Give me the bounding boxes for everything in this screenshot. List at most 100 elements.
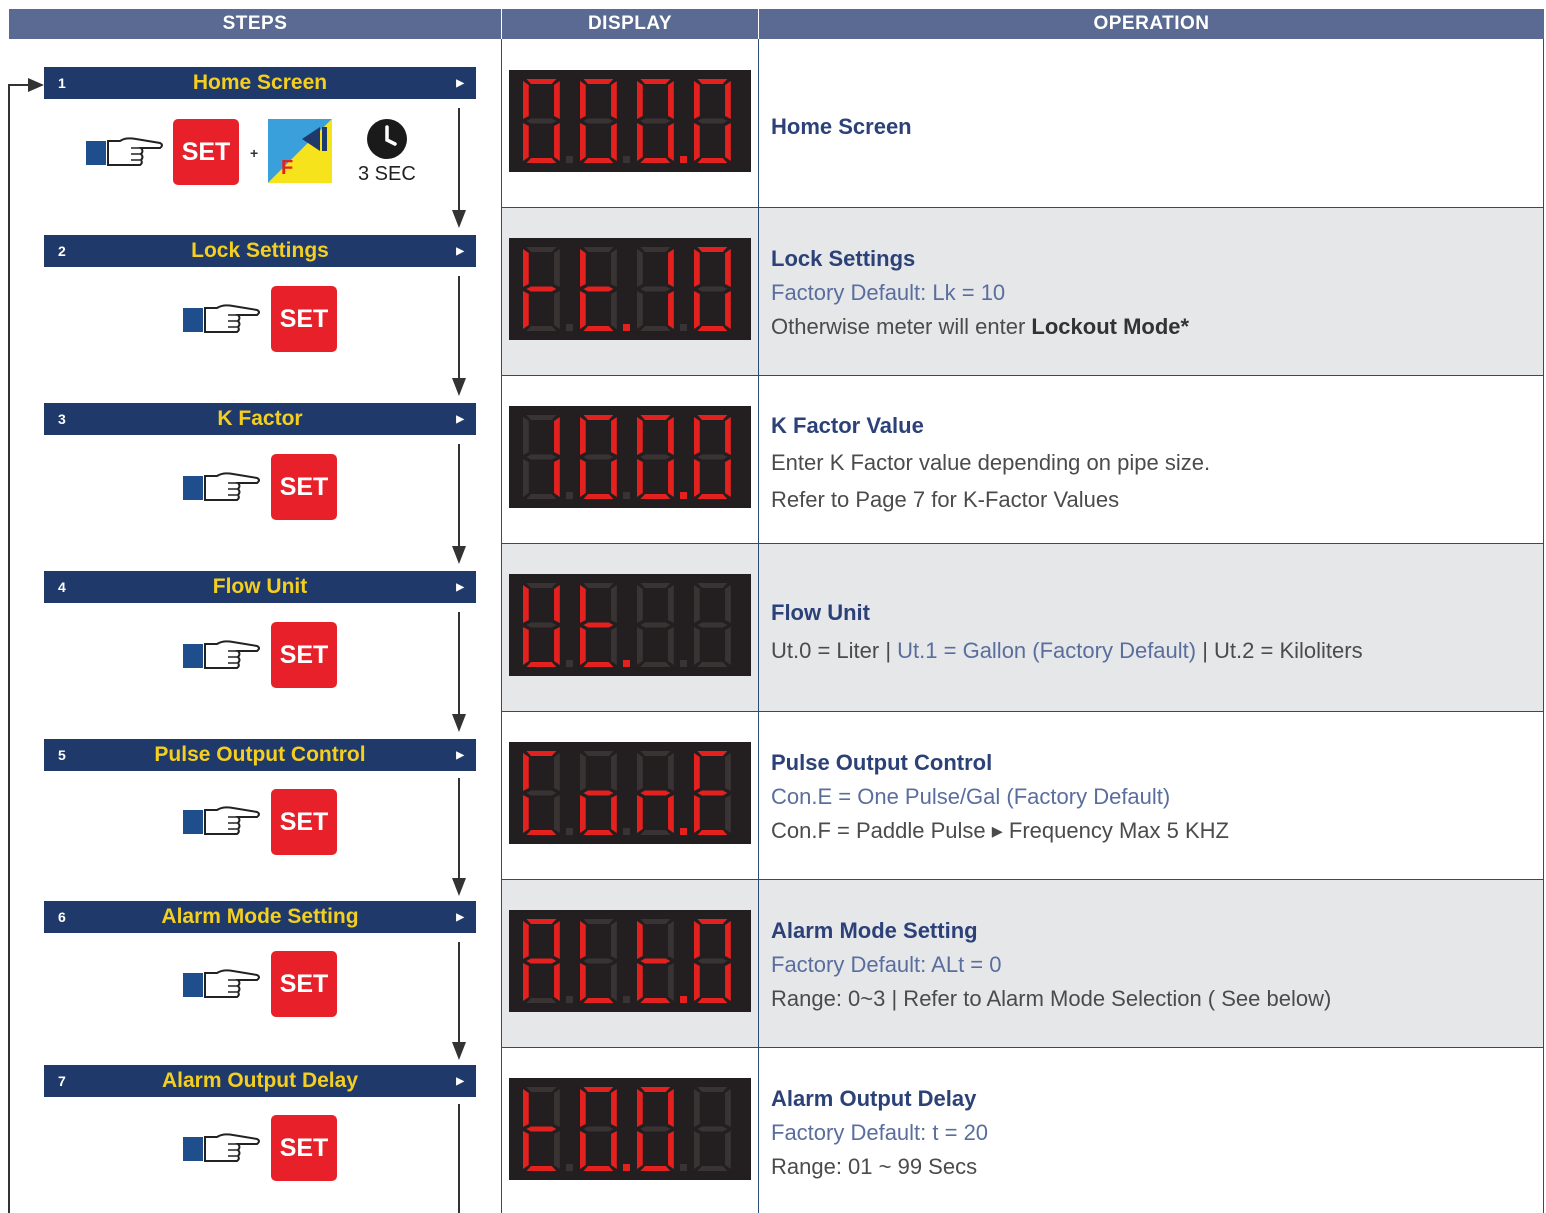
hand-pointer-icon <box>183 806 260 835</box>
segment-f <box>523 921 529 959</box>
segment-f <box>580 921 586 959</box>
segment-b <box>611 81 617 119</box>
segment-a <box>640 247 671 252</box>
decimal-point <box>680 492 687 499</box>
decimal-point <box>623 660 630 667</box>
triangle-right-icon: ▶ <box>456 77 464 89</box>
f-key-label: F <box>281 157 294 179</box>
operation-line: Ut.0 = Liter | Ut.1 = Gallon (Factory De… <box>771 632 1363 670</box>
triangle-right-icon: ▶ <box>456 749 464 761</box>
step-number: 2 <box>58 243 66 259</box>
segment-c <box>554 123 560 161</box>
segment-e <box>637 459 643 497</box>
segment-a <box>697 751 728 756</box>
operation-title: Alarm Output Delay <box>771 1086 977 1111</box>
step-bar-6: 6 Alarm Mode Setting ▶ <box>44 901 476 933</box>
segment-e <box>523 795 529 833</box>
down-arrow-icon <box>452 878 466 896</box>
segment-g <box>697 1126 728 1132</box>
segment-e <box>694 459 700 497</box>
operation-title: Alarm Mode Setting <box>771 918 978 943</box>
segment-d <box>526 998 557 1003</box>
segment-c <box>668 459 674 497</box>
down-arrow-line <box>458 942 460 1042</box>
segment-a <box>640 415 671 420</box>
led-display-7 <box>509 1078 751 1180</box>
set-button[interactable]: SET <box>271 622 337 688</box>
segment-d <box>526 326 557 331</box>
segment-a <box>526 247 557 252</box>
segment-e <box>523 1131 529 1169</box>
step-title: Lock Settings <box>191 239 329 262</box>
operation-line: Con.E = One Pulse/Gal (Factory Default) <box>771 784 1171 809</box>
down-arrow-line <box>458 778 460 878</box>
segment-c <box>611 123 617 161</box>
segment-f <box>523 753 529 791</box>
segment-b <box>611 249 617 287</box>
hand-pointer-icon <box>183 640 260 669</box>
operation-3: K Factor Value Enter K Factor value depe… <box>771 407 1210 518</box>
segment-c <box>668 627 674 665</box>
segment-g <box>583 958 614 964</box>
segment-g <box>526 958 557 964</box>
segment-a <box>583 415 614 420</box>
segment-a <box>697 1087 728 1092</box>
down-arrow-line <box>458 1104 460 1213</box>
segment-f <box>580 249 586 287</box>
segment-b <box>611 753 617 791</box>
set-button[interactable]: SET <box>271 951 337 1017</box>
segment-a <box>583 751 614 756</box>
set-button[interactable]: SET <box>271 286 337 352</box>
header-steps: STEPS <box>9 9 501 39</box>
step-title: Pulse Output Control <box>154 743 366 766</box>
segment-b <box>668 81 674 119</box>
segment-b <box>611 1089 617 1127</box>
segment-e <box>694 1131 700 1169</box>
operation-line: Otherwise meter will enter Lockout Mode* <box>771 310 1189 344</box>
segment-d <box>697 1166 728 1171</box>
set-button[interactable]: SET <box>271 454 337 520</box>
segment-d <box>697 830 728 835</box>
down-arrow-icon <box>452 1042 466 1060</box>
down-arrow-line <box>458 276 460 378</box>
segment-a <box>526 919 557 924</box>
hand-pointer-icon <box>183 304 260 333</box>
step-title: K Factor <box>217 407 303 430</box>
segment-a <box>526 751 557 756</box>
segment-c <box>554 291 560 329</box>
segment-f <box>580 417 586 455</box>
operation-text-default: Ut.1 = Gallon (Factory Default) <box>897 638 1197 663</box>
decimal-point <box>566 1164 573 1171</box>
set-button[interactable]: SET <box>271 1115 337 1181</box>
segment-f <box>637 585 643 623</box>
led-display-2 <box>509 238 751 340</box>
down-arrow-icon <box>452 546 466 564</box>
segment-c <box>725 963 731 1001</box>
operation-title: K Factor Value <box>771 413 924 438</box>
segment-e <box>580 459 586 497</box>
operation-line: Refer to Page 7 for K-Factor Values <box>771 487 1120 512</box>
step-title: Flow Unit <box>212 575 308 598</box>
segment-a <box>640 583 671 588</box>
segment-c <box>668 963 674 1001</box>
triangle-right-icon: ▶ <box>456 581 464 593</box>
segment-g <box>640 958 671 964</box>
segment-e <box>580 123 586 161</box>
operation-line: Range: 01 ~ 99 Secs <box>771 1154 978 1179</box>
segment-b <box>554 249 560 287</box>
set-button[interactable]: SET <box>173 119 239 185</box>
step-title: Alarm Mode Setting <box>161 905 359 928</box>
decimal-point <box>623 324 630 331</box>
segment-e <box>523 123 529 161</box>
segment-f <box>580 1089 586 1127</box>
segment-c <box>611 963 617 1001</box>
set-button[interactable]: SET <box>271 789 337 855</box>
decimal-point <box>623 1164 630 1171</box>
operation-4: Flow Unit Ut.0 = Liter | Ut.1 = Gallon (… <box>771 594 1363 670</box>
segment-a <box>526 1087 557 1092</box>
segment-d <box>640 158 671 163</box>
segment-b <box>611 585 617 623</box>
hand-pointer-icon <box>86 137 163 166</box>
segment-b <box>668 921 674 959</box>
segment-d <box>697 326 728 331</box>
